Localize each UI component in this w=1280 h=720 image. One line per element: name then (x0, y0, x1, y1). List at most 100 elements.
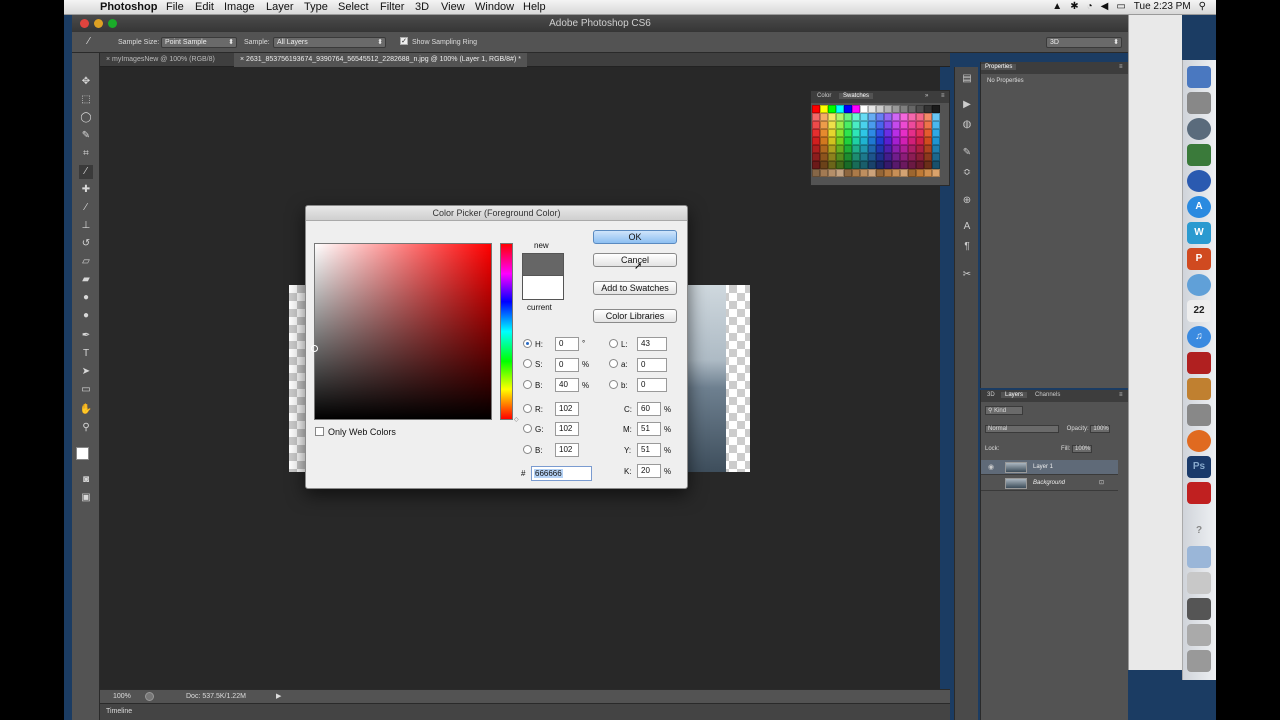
eyedropper-icon[interactable]: ⁄ (88, 36, 90, 47)
swatch-cell[interactable] (852, 137, 860, 145)
shape-tool-icon[interactable]: ▭ (79, 383, 93, 397)
utility-icon[interactable] (1187, 404, 1211, 426)
menu-select[interactable]: Select (338, 1, 369, 13)
swatch-cell[interactable] (892, 129, 900, 137)
swatch-cell[interactable] (820, 161, 828, 169)
document-icon[interactable] (1187, 572, 1211, 594)
swatch-cell[interactable] (924, 137, 932, 145)
swatch-cell[interactable] (892, 145, 900, 153)
swatch-cell[interactable] (932, 161, 940, 169)
a-field[interactable]: 0 (637, 358, 667, 372)
swatch-cell[interactable] (884, 137, 892, 145)
tab-color[interactable]: Color (813, 93, 835, 99)
swatch-cell[interactable] (876, 121, 884, 129)
swatch-cell[interactable] (828, 153, 836, 161)
swatch-cell[interactable] (812, 169, 820, 177)
swatch-cell[interactable] (908, 161, 916, 169)
window-icon[interactable] (1187, 598, 1211, 620)
swatch-cell[interactable] (900, 105, 908, 113)
r-radio[interactable] (523, 404, 532, 413)
swatch-cell[interactable] (884, 145, 892, 153)
swatch-cell[interactable] (876, 153, 884, 161)
swatch-cell[interactable] (820, 113, 828, 121)
swatch-cell[interactable] (860, 137, 868, 145)
safari-icon[interactable] (1187, 170, 1211, 192)
swatch-cell[interactable] (812, 137, 820, 145)
swatch-cell[interactable] (860, 105, 868, 113)
blue-radio[interactable] (523, 445, 532, 454)
eyedropper-tool-icon[interactable]: ⁄ (79, 165, 93, 179)
itunes-icon[interactable]: ♫ (1187, 326, 1211, 348)
menu-help[interactable]: Help (523, 1, 546, 13)
swatch-cell[interactable] (812, 153, 820, 161)
screen-mode-icon[interactable]: ▣ (79, 491, 93, 505)
healing-tool-icon[interactable]: ✚ (79, 183, 93, 197)
swatch-cell[interactable] (892, 169, 900, 177)
swatch-cell[interactable] (900, 121, 908, 129)
hue-slider-arrow-icon[interactable]: ◇ (514, 416, 519, 423)
tab-layers[interactable]: Layers (1001, 392, 1028, 398)
swatch-cell[interactable] (924, 129, 932, 137)
only-web-colors-checkbox[interactable] (315, 427, 324, 436)
swatch-cell[interactable] (932, 113, 940, 121)
acrobat-icon[interactable] (1187, 482, 1211, 504)
swatch-cell[interactable] (908, 121, 916, 129)
saturation-brightness-field[interactable] (311, 243, 492, 420)
stamp-tool-icon[interactable]: ⊥ (79, 219, 93, 233)
history-icon[interactable]: ▤ (961, 73, 973, 85)
swatch-cell[interactable] (876, 137, 884, 145)
swatch-cell[interactable] (836, 161, 844, 169)
swatch-cell[interactable] (876, 161, 884, 169)
swatch-cell[interactable] (844, 145, 852, 153)
swatch-cell[interactable] (884, 105, 892, 113)
swatch-cell[interactable] (916, 113, 924, 121)
quick-select-tool-icon[interactable]: ✎ (79, 129, 93, 143)
clock[interactable]: Tue 2:23 PM (1134, 1, 1191, 12)
bluetooth-icon[interactable]: ✱ (1070, 1, 1078, 12)
adobe-icon[interactable]: ▲ (1052, 1, 1062, 12)
spotlight-icon[interactable]: ⚲ (1199, 1, 1206, 12)
dodge-tool-icon[interactable]: ● (79, 309, 93, 323)
swatch-cell[interactable] (844, 169, 852, 177)
hue-slider[interactable] (500, 243, 513, 420)
swatch-cell[interactable] (820, 169, 828, 177)
swatch-cell[interactable] (836, 105, 844, 113)
crop-tool-icon[interactable]: ⌗ (79, 147, 93, 161)
actions-icon[interactable]: ▶ (961, 99, 973, 111)
m-field[interactable]: 51 (637, 422, 661, 436)
collapse-icon[interactable]: » (921, 93, 932, 99)
a-radio[interactable] (609, 359, 618, 368)
swatch-cell[interactable] (852, 113, 860, 121)
type-tool-icon[interactable]: T (79, 347, 93, 361)
swatch-cell[interactable] (836, 113, 844, 121)
color-libraries-button[interactable]: Color Libraries (593, 309, 677, 323)
photoshop-icon[interactable]: Ps (1187, 456, 1211, 478)
minimize-icon[interactable] (94, 19, 103, 28)
gradient-tool-icon[interactable]: ▰ (79, 273, 93, 287)
menu-file[interactable]: File (166, 1, 184, 13)
swatch-grid[interactable] (812, 105, 940, 177)
swatch-cell[interactable] (892, 113, 900, 121)
swatch-cell[interactable] (908, 129, 916, 137)
swatch-cell[interactable] (852, 153, 860, 161)
menu-type[interactable]: Type (304, 1, 328, 13)
firefox-icon[interactable] (1187, 430, 1211, 452)
current-color-swatch[interactable] (522, 276, 564, 300)
swatch-cell[interactable] (908, 169, 916, 177)
swatch-cell[interactable] (868, 169, 876, 177)
swatch-cell[interactable] (836, 129, 844, 137)
swatch-cell[interactable] (820, 105, 828, 113)
swatch-cell[interactable] (844, 161, 852, 169)
tab-myimagesnew[interactable]: × myImagesNew @ 100% (RGB/8) (100, 53, 221, 67)
move-tool-icon[interactable]: ✥ (79, 75, 93, 89)
swatch-cell[interactable] (844, 137, 852, 145)
ok-button[interactable]: OK (593, 230, 677, 244)
brush-presets-icon[interactable]: ✎ (961, 147, 973, 159)
volume-icon[interactable]: ◀ (1101, 1, 1109, 12)
swatch-cell[interactable] (884, 121, 892, 129)
menu-app[interactable]: Photoshop (100, 1, 157, 13)
r-field[interactable]: 102 (555, 402, 579, 416)
color-selection-ring[interactable] (311, 345, 318, 352)
swatch-cell[interactable] (876, 105, 884, 113)
color-panel-icon[interactable]: ◍ (961, 119, 973, 131)
